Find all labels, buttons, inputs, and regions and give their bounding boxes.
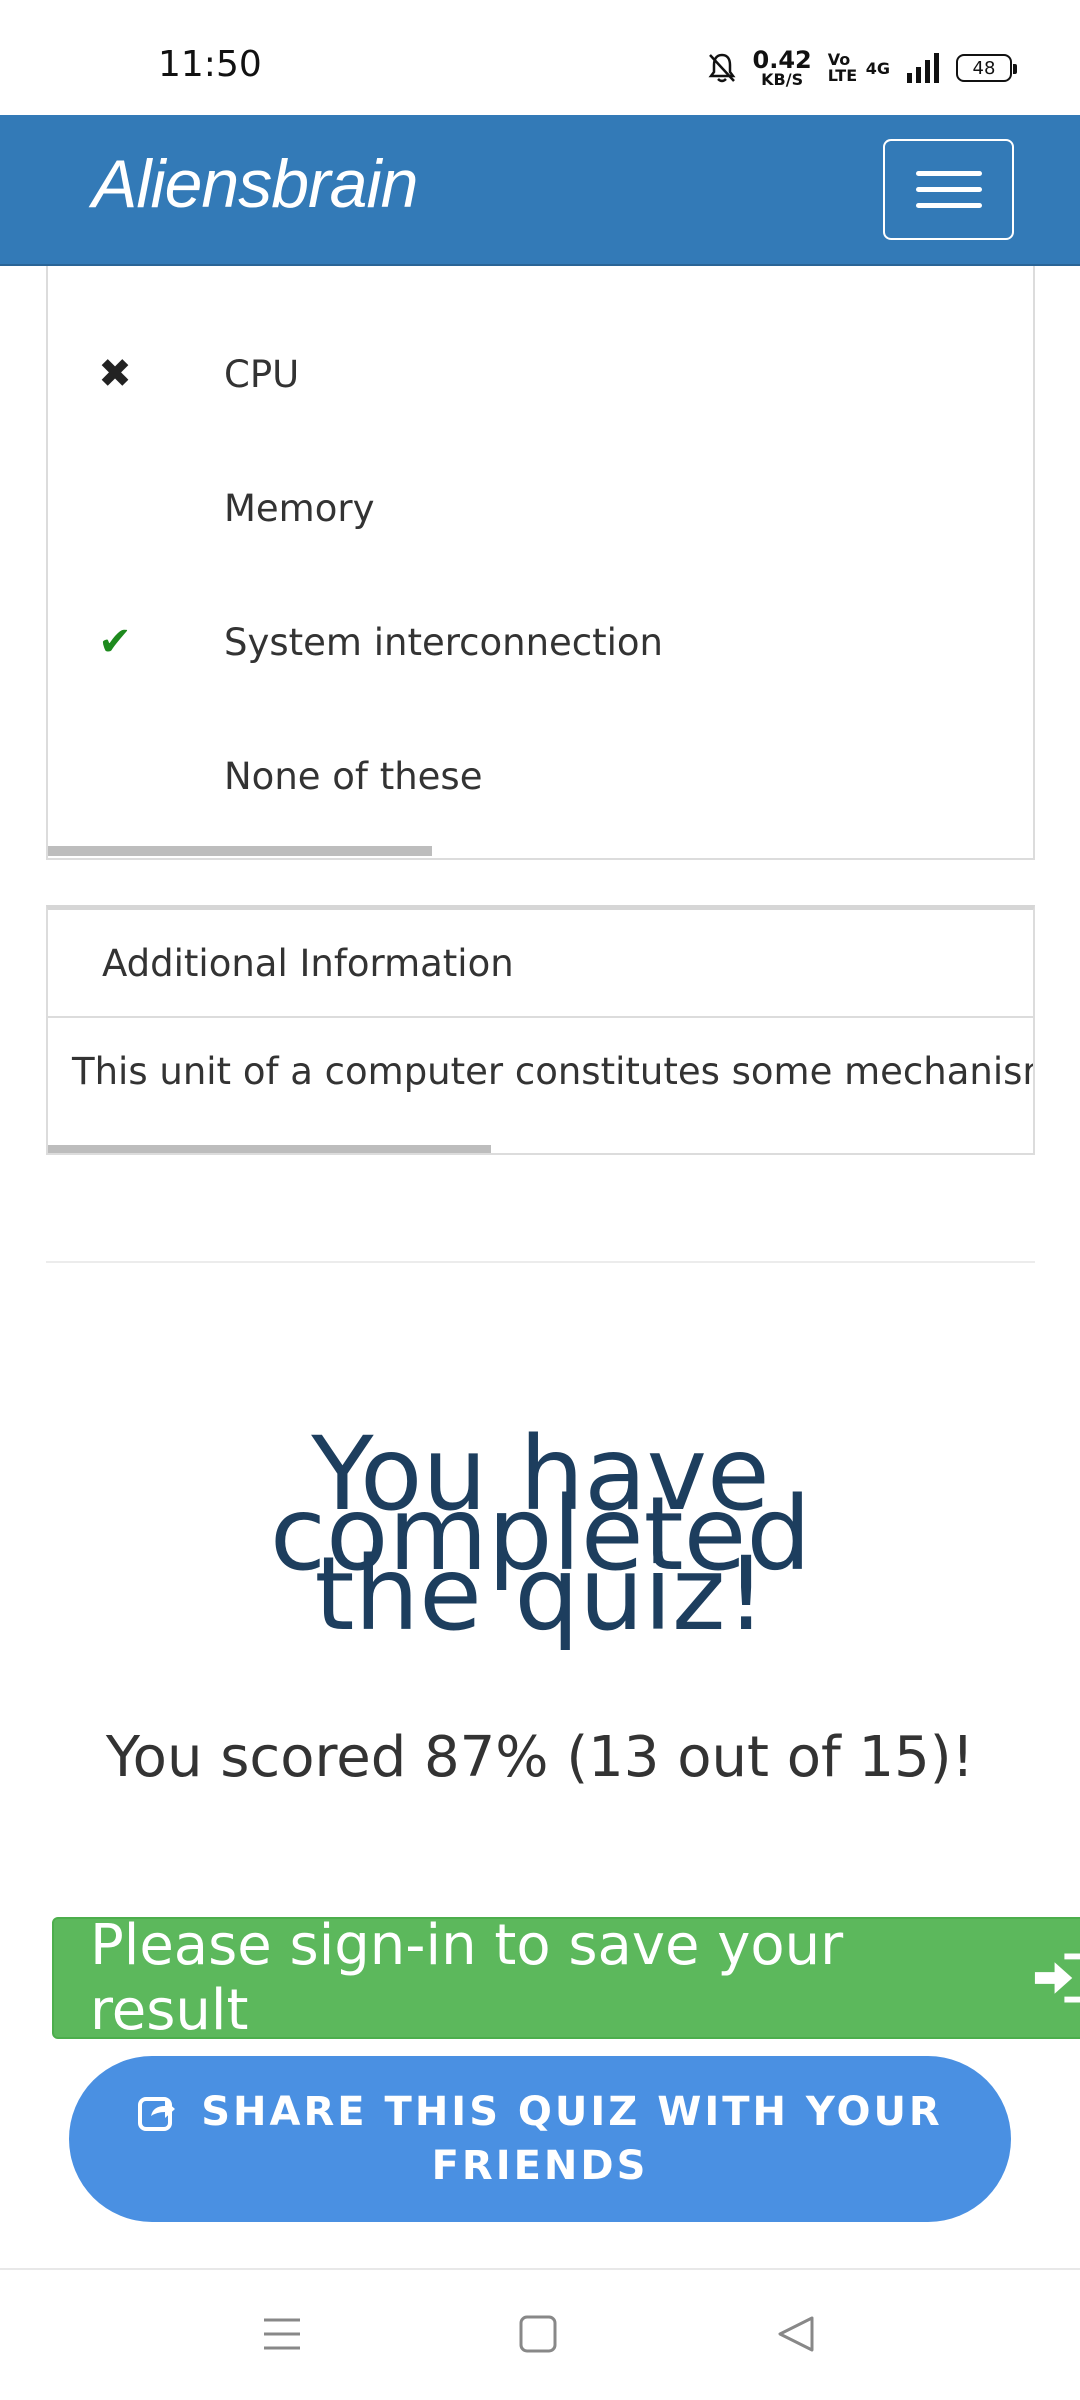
sign-in-icon (1034, 1953, 1080, 2003)
hamburger-icon (915, 171, 982, 176)
net-speed-value: 0.42 (752, 46, 812, 74)
status-bar: 11:50 0.42 KB/S Vo LTE 4G 48 (0, 0, 1080, 115)
hamburger-icon-bar (915, 187, 982, 192)
score-text: You scored 87% (13 out of 15)! (105, 1725, 975, 1790)
signin-save-result-button[interactable]: Please sign-in to save your result (52, 1913, 1080, 2043)
brand-logo[interactable]: Aliensbrain (92, 145, 418, 223)
additional-info-scrollbar[interactable] (48, 1145, 492, 1153)
answers-scrollbar[interactable] (48, 846, 433, 856)
net-speed: 0.42 KB/S (753, 48, 812, 88)
share-icon (138, 2097, 176, 2131)
answer-label: CPU (224, 352, 300, 396)
share-line1: SHARE THIS QUIZ WITH YOUR (137, 2085, 942, 2139)
answer-option: ✖ CPU (48, 344, 1033, 404)
back-icon[interactable] (776, 2314, 816, 2354)
answers-panel: ✖ CPU Memory ✔ System interconnection No… (46, 266, 1035, 860)
bell-off-icon (708, 53, 736, 83)
recent-apps-icon[interactable] (262, 2314, 302, 2354)
additional-info-body: This unit of a computer constitutes some… (72, 1049, 1035, 1093)
battery-icon: 48 (956, 54, 1017, 82)
answer-label: System interconnection (224, 620, 663, 664)
wrong-x-icon: ✖ (98, 351, 132, 397)
additional-info-heading: Additional Information (48, 910, 1033, 1018)
signal-icon (907, 53, 939, 83)
menu-button[interactable] (883, 139, 1014, 240)
network-type: 4G (865, 58, 890, 78)
share-label-line1: SHARE THIS QUIZ WITH YOUR (201, 2089, 943, 2135)
section-divider (46, 1261, 1035, 1263)
share-label-line2: FRIENDS (431, 2143, 649, 2189)
top-navbar: Aliensbrain (0, 115, 1080, 266)
correct-check-icon: ✔ (98, 619, 132, 665)
net-speed-unit: KB/S (761, 70, 804, 89)
signin-label: Please sign-in to save your result (90, 1913, 844, 2043)
completion-title: You have completed the quiz! (46, 1424, 1035, 1654)
answer-label: None of these (224, 754, 483, 798)
answer-label: Memory (224, 486, 375, 530)
status-icons: 0.42 KB/S Vo LTE 4G 48 (707, 46, 1017, 90)
additional-info-panel: Additional Information This unit of a co… (46, 905, 1035, 1155)
volte-indicator: Vo LTE (827, 50, 858, 85)
answer-option: Memory (48, 478, 1033, 538)
home-icon[interactable] (518, 2314, 558, 2354)
share-quiz-button[interactable]: SHARE THIS QUIZ WITH YOUR FRIENDS (69, 2056, 1011, 2222)
answer-option: ✔ System interconnection (48, 612, 1033, 672)
hamburger-icon-bar (915, 203, 982, 208)
battery-level: 48 (972, 57, 996, 79)
answer-option: None of these (48, 746, 1033, 806)
completion-title-line2: the quiz! (314, 1535, 767, 1654)
system-nav-bar (0, 2268, 1080, 2400)
status-time: 11:50 (158, 44, 262, 85)
